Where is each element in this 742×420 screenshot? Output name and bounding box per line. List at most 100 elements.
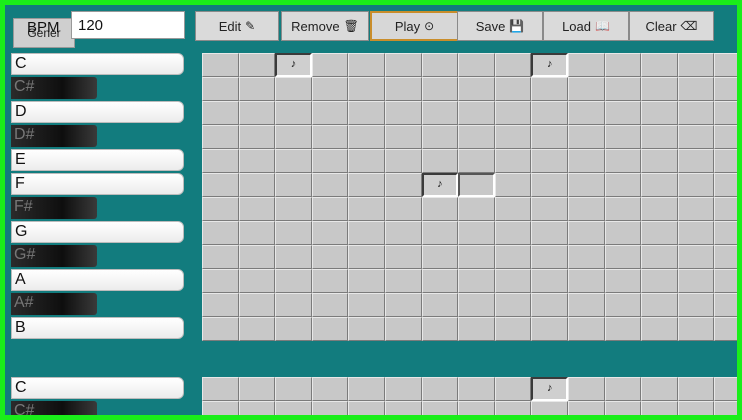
grid-cell[interactable] (714, 125, 737, 149)
grid-cell[interactable] (311, 149, 349, 173)
clear-button[interactable]: Clear ⌫ (629, 11, 714, 41)
bpm-input[interactable] (71, 11, 185, 39)
grid-cell[interactable] (311, 53, 349, 77)
grid-cell[interactable] (494, 197, 532, 221)
grid-cell[interactable] (677, 401, 715, 415)
grid-cell[interactable] (275, 269, 312, 293)
grid-cell[interactable] (348, 125, 385, 149)
grid-cell[interactable] (385, 269, 422, 293)
piano-key-o1-e[interactable]: E (11, 149, 184, 171)
grid-cell[interactable] (641, 293, 678, 317)
grid-cell[interactable] (568, 197, 605, 221)
grid-cell[interactable] (531, 293, 568, 317)
piano-key-o1-dsharp[interactable]: D# (11, 125, 97, 147)
grid-cell[interactable] (348, 197, 385, 221)
grid-cell[interactable] (421, 125, 459, 149)
remove-button[interactable]: Remove 🗑 (281, 11, 369, 41)
grid-cell[interactable] (568, 125, 605, 149)
piano-key-o2-csharp[interactable]: C# (11, 401, 97, 415)
grid-cell[interactable] (202, 221, 239, 245)
grid-cell[interactable] (677, 53, 715, 77)
grid-cell[interactable] (531, 101, 568, 125)
grid-cell[interactable] (641, 269, 678, 293)
grid-cell[interactable] (421, 293, 459, 317)
piano-key-o2-c[interactable]: C (11, 377, 184, 399)
grid-cell[interactable] (714, 377, 737, 401)
grid-cell[interactable] (421, 401, 459, 415)
grid-cell[interactable] (641, 197, 678, 221)
piano-key-o1-asharp[interactable]: A# (11, 293, 97, 315)
grid-cell[interactable] (202, 269, 239, 293)
grid-cell[interactable] (275, 101, 312, 125)
grid-cell[interactable] (275, 377, 312, 401)
grid-cell[interactable] (458, 245, 495, 269)
grid-cell[interactable] (311, 401, 349, 415)
grid-cell[interactable] (677, 149, 715, 173)
grid-cell[interactable] (458, 221, 495, 245)
grid-cell[interactable] (311, 197, 349, 221)
grid-cell[interactable] (714, 221, 737, 245)
grid-cell[interactable] (677, 245, 715, 269)
grid-cell[interactable] (202, 317, 239, 341)
piano-key-o1-d[interactable]: D (11, 101, 184, 123)
grid-cell[interactable] (311, 377, 349, 401)
grid-cell[interactable] (531, 77, 568, 101)
piano-key-o1-c[interactable]: C (11, 53, 184, 75)
grid-cell[interactable] (604, 101, 642, 125)
grid-cell[interactable] (238, 245, 276, 269)
grid-cell[interactable] (494, 317, 532, 341)
grid-cell[interactable] (275, 401, 312, 415)
grid-cell[interactable] (421, 149, 459, 173)
grid-cell[interactable] (348, 269, 385, 293)
grid-cell[interactable] (385, 77, 422, 101)
grid-cell[interactable] (238, 269, 276, 293)
grid-cell[interactable] (494, 245, 532, 269)
grid-cell[interactable] (604, 197, 642, 221)
grid-cell[interactable] (385, 173, 422, 197)
grid-cell[interactable] (604, 377, 642, 401)
grid-cell[interactable] (494, 77, 532, 101)
grid-cell[interactable] (531, 149, 568, 173)
grid-cell[interactable] (348, 245, 385, 269)
grid-cell[interactable] (714, 77, 737, 101)
grid-cell[interactable] (531, 245, 568, 269)
grid-cell[interactable] (385, 197, 422, 221)
grid-cell[interactable] (458, 77, 495, 101)
grid-cell[interactable] (311, 221, 349, 245)
grid-cell[interactable] (568, 221, 605, 245)
grid-cell[interactable] (458, 197, 495, 221)
grid-cell[interactable] (677, 197, 715, 221)
grid-cell[interactable] (458, 149, 495, 173)
grid-cell[interactable] (275, 77, 312, 101)
grid-cell[interactable] (421, 101, 459, 125)
grid-cell[interactable] (714, 317, 737, 341)
grid-cell[interactable] (641, 149, 678, 173)
grid-cell[interactable] (311, 245, 349, 269)
selected-cell[interactable] (458, 173, 495, 197)
grid-cell[interactable] (531, 221, 568, 245)
piano-key-o1-a[interactable]: A (11, 269, 184, 291)
grid-cell[interactable] (677, 77, 715, 101)
grid-cell[interactable] (494, 125, 532, 149)
grid-cell[interactable] (348, 377, 385, 401)
grid-cell[interactable] (677, 101, 715, 125)
grid-cell[interactable] (385, 125, 422, 149)
piano-key-o1-gsharp[interactable]: G# (11, 245, 97, 267)
grid-cell[interactable] (311, 77, 349, 101)
grid-cell[interactable] (458, 125, 495, 149)
grid-cell[interactable] (568, 101, 605, 125)
grid-cell[interactable] (714, 149, 737, 173)
grid-cell[interactable] (348, 221, 385, 245)
grid-cell[interactable] (238, 377, 276, 401)
grid-cell[interactable] (275, 317, 312, 341)
grid-cell[interactable] (421, 245, 459, 269)
grid-cell[interactable] (677, 377, 715, 401)
grid-cell[interactable] (202, 245, 239, 269)
grid-cell[interactable] (494, 173, 532, 197)
grid-cell[interactable] (531, 125, 568, 149)
grid-cell[interactable] (238, 317, 276, 341)
grid-cell[interactable] (348, 293, 385, 317)
grid-cell[interactable] (494, 221, 532, 245)
grid-cell[interactable] (714, 269, 737, 293)
note-cell[interactable]: ♪ (531, 53, 568, 77)
